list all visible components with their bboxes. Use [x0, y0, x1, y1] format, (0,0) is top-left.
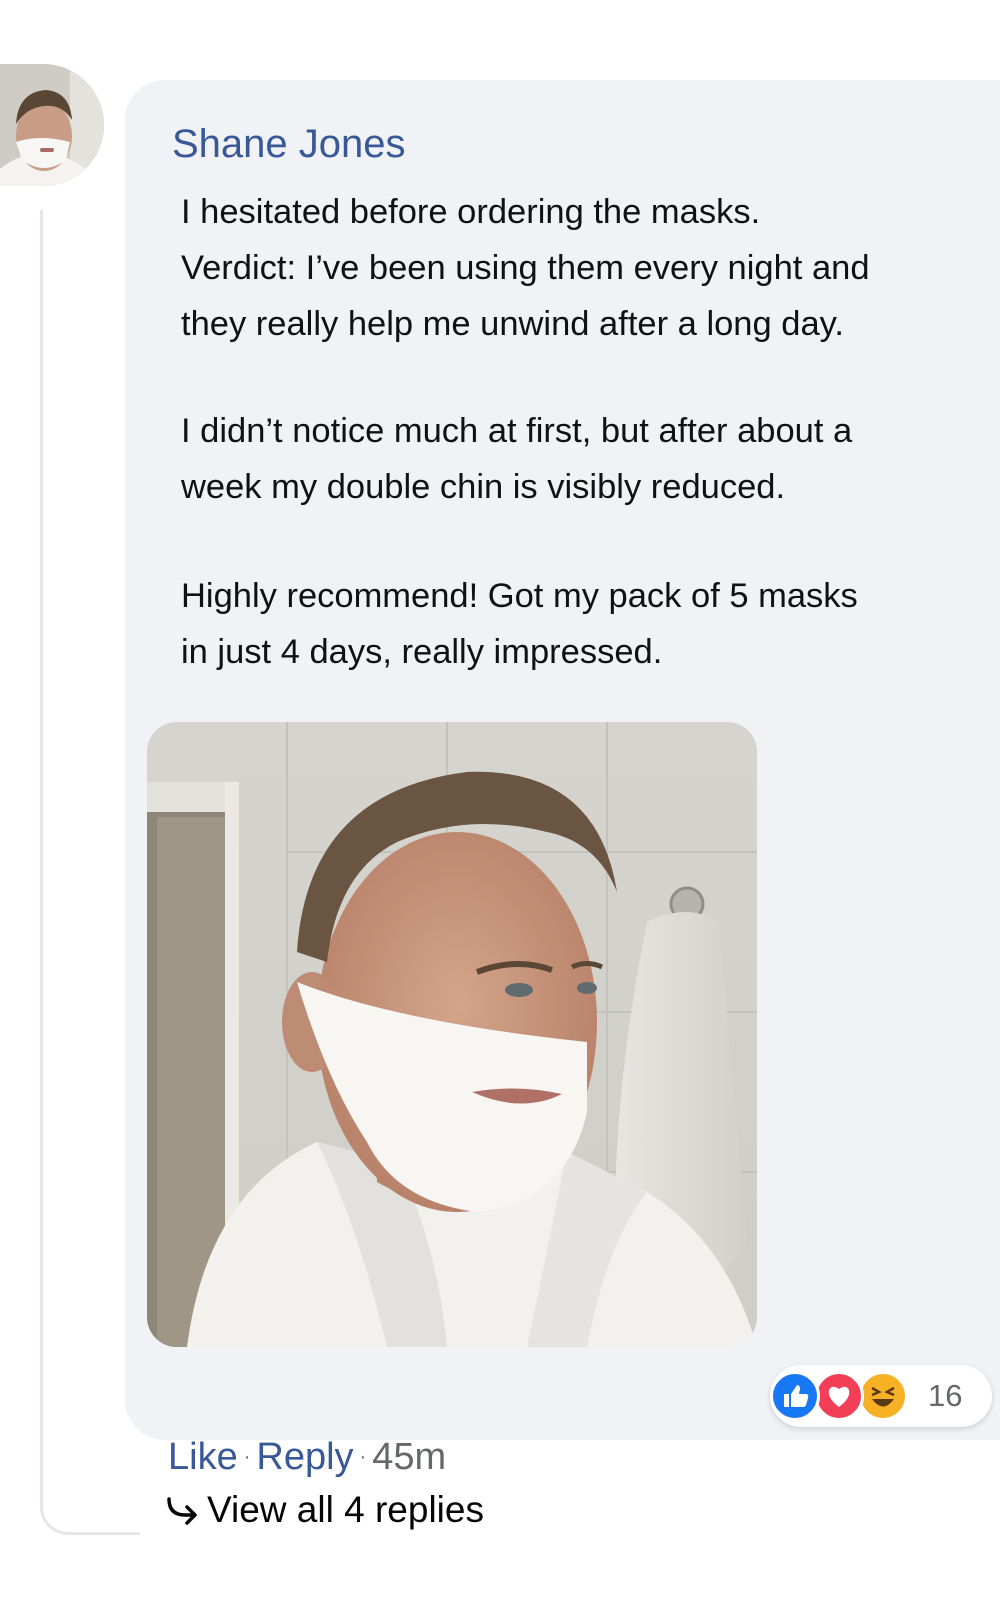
comment-paragraph-1: I hesitated before ordering the masks. V… [181, 184, 981, 352]
comment-photo[interactable] [147, 722, 757, 1347]
comment-line: I didn’t notice much at first, but after… [181, 412, 853, 450]
like-button[interactable]: Like [168, 1436, 238, 1478]
comment-actions: Like · Reply · 45m [168, 1435, 446, 1479]
view-replies-label: View all 4 replies [207, 1489, 484, 1530]
separator-dot: · [359, 1446, 367, 1468]
view-replies-link[interactable]: View all 4 replies [165, 1488, 484, 1532]
comment-line: Verdict: I’ve been using them every nigh… [181, 249, 870, 287]
comment-paragraph-2: I didn’t notice much at first, but after… [181, 403, 981, 515]
like-icon [770, 1371, 820, 1421]
comment-timestamp: 45m [372, 1436, 447, 1478]
comment-line: Highly recommend! Got my pack of 5 masks [181, 577, 858, 615]
reaction-count: 16 [928, 1378, 963, 1413]
love-icon [814, 1371, 864, 1421]
reaction-summary[interactable]: 16 [770, 1365, 992, 1427]
haha-icon [858, 1371, 908, 1421]
avatar[interactable] [0, 64, 104, 186]
comment-paragraph-3: Highly recommend! Got my pack of 5 masks… [181, 568, 981, 680]
man-wearing-chin-mask-image [147, 722, 757, 1347]
comment-line: in just 4 days, really impressed. [181, 633, 663, 671]
author-name[interactable]: Shane Jones [172, 120, 406, 168]
comment-line: I hesitated before ordering the masks. [181, 193, 761, 231]
comment-line: week my double chin is visibly reduced. [181, 468, 786, 506]
reply-arrow-icon [167, 1497, 197, 1525]
reply-button[interactable]: Reply [256, 1436, 353, 1478]
comment-line: they really help me unwind after a long … [181, 305, 844, 343]
avatar-image [0, 64, 104, 186]
separator-dot: · [243, 1446, 251, 1468]
